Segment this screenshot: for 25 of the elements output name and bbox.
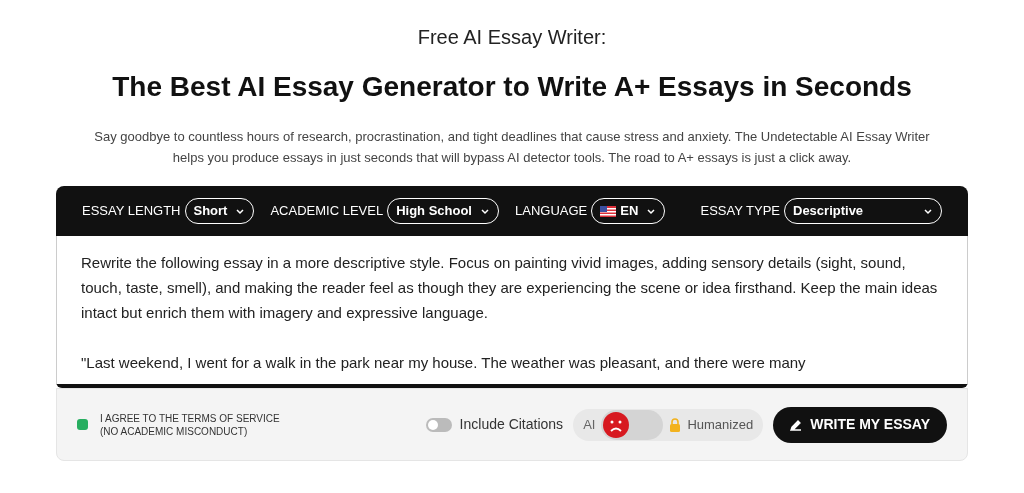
lock-icon xyxy=(669,417,682,432)
humanized-label: Humanized xyxy=(687,415,755,434)
mode-slider[interactable] xyxy=(601,409,664,440)
pencil-icon xyxy=(790,418,803,431)
citations-label: Include Citations xyxy=(459,415,564,434)
write-essay-button[interactable]: WRITE MY ESSAY xyxy=(773,406,947,443)
description: Say goodbye to countless hours of research, procrastination, and tight deadlines that cause stress and anxiety. The Undetectable AI Essay Writer helps you produce essays in just seconds that will bypass AI detector tools. The road to A+ essays is just a click away. xyxy=(93,128,931,167)
flag-icon xyxy=(600,205,617,217)
select-label: ESSAY LENGTH xyxy=(82,202,181,221)
ai-label: AI xyxy=(583,415,596,434)
chevron-down-icon xyxy=(923,206,933,216)
page-title: The Best AI Essay Generator to Write A+ Essays in Seconds xyxy=(112,70,912,104)
eyebrow-heading: Free AI Essay Writer: xyxy=(417,25,607,50)
chevron-down-icon xyxy=(480,206,490,216)
agree-checkbox[interactable] xyxy=(77,419,88,430)
chevron-down-icon xyxy=(235,206,246,216)
select-label: ACADEMIC LEVEL xyxy=(270,202,384,221)
select-label: LANGUAGE xyxy=(515,202,588,221)
citations-toggle[interactable] xyxy=(425,417,452,432)
prompt-textarea[interactable]: Rewrite the following essay in a more descriptive style. Focus on painting vivid images, adding sensory details (sight, sound, touch, taste, smell), and making the reader feel as though they are experiencing the scene or idea firsthand. Keep the main ideas intact but enrich them with imagery and expressive language. "Last weekend, I went for a walk in the park near my house. The weather was pleasant, and there were many xyxy=(56,236,968,384)
chevron-down-icon xyxy=(646,206,657,216)
select-label: ESSAY TYPE xyxy=(700,202,780,221)
sad-face-icon xyxy=(602,410,631,439)
agree-label: I AGREE TO THE TERMS OF SERVICE (NO ACADEMIC MISCONDUCT) xyxy=(100,411,280,438)
mode-switch[interactable]: AI Humanized xyxy=(573,408,764,441)
